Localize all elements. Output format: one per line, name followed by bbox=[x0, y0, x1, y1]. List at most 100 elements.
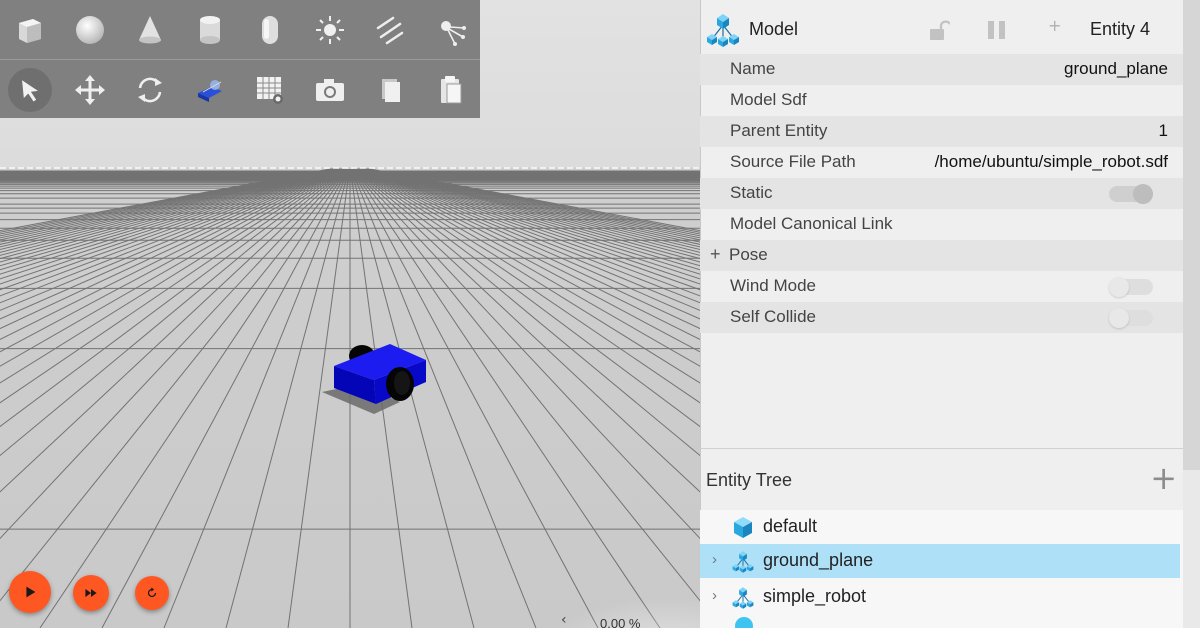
property-label: Self Collide bbox=[730, 307, 816, 326]
grid-line bbox=[0, 168, 340, 285]
grid-line bbox=[0, 168, 346, 428]
point-light-icon[interactable] bbox=[300, 0, 360, 59]
grid-line bbox=[0, 168, 348, 602]
simple-robot-model[interactable] bbox=[322, 344, 426, 414]
property-value-source-file-path: /home/ubuntu/simple_robot.sdf bbox=[934, 152, 1168, 171]
grid-line bbox=[0, 168, 342, 311]
property-label: Source File Path bbox=[730, 152, 856, 171]
paste-icon[interactable] bbox=[420, 60, 480, 119]
tree-item-ground-plane[interactable]: › ground_plane bbox=[700, 544, 1180, 578]
entity-tree-list: default › ground_plane › simple_robot bbox=[700, 510, 1183, 628]
transform-control-icon[interactable] bbox=[180, 60, 240, 119]
property-row-model-sdf: Model Sdf bbox=[700, 85, 1183, 116]
play-button[interactable] bbox=[9, 571, 51, 613]
property-label: Static bbox=[730, 183, 773, 202]
grid-line bbox=[360, 168, 700, 285]
tools-toolbar-row bbox=[0, 59, 480, 118]
static-toggle[interactable] bbox=[1109, 184, 1153, 204]
grid-line bbox=[0, 168, 341, 297]
property-row-pose[interactable]: + Pose bbox=[700, 240, 1183, 271]
property-row-wind-mode: Wind Mode bbox=[700, 271, 1183, 302]
grid-line bbox=[225, 168, 350, 628]
tree-item-default[interactable]: default bbox=[700, 510, 1180, 544]
reset-icon bbox=[147, 587, 157, 598]
grid-line bbox=[0, 168, 343, 330]
expand-chevron-icon[interactable]: › bbox=[712, 587, 717, 604]
capsule-icon[interactable] bbox=[240, 0, 300, 59]
grid-line bbox=[365, 168, 700, 251]
grid-line bbox=[360, 168, 700, 291]
self-collide-toggle[interactable] bbox=[1109, 308, 1153, 328]
model-icon bbox=[732, 551, 754, 573]
lock-icon[interactable] bbox=[928, 18, 950, 42]
property-label: Name bbox=[730, 59, 776, 78]
cylinder-icon[interactable] bbox=[180, 0, 240, 59]
fast-forward-icon bbox=[85, 589, 97, 597]
grid-line bbox=[0, 168, 342, 320]
property-row-model-canonical-link: Model Canonical Link bbox=[700, 209, 1183, 240]
reset-button[interactable] bbox=[135, 576, 169, 610]
add-component-icon[interactable]: + bbox=[1048, 16, 1061, 35]
property-label: Model Canonical Link bbox=[730, 214, 893, 233]
grid-line bbox=[0, 168, 347, 540]
grid-line bbox=[358, 168, 700, 320]
scene-toolbar bbox=[0, 0, 480, 118]
grid-line bbox=[0, 168, 346, 457]
grid-line bbox=[0, 168, 347, 493]
property-row-parent-entity: Parent Entity 1 bbox=[700, 116, 1183, 147]
grid-line bbox=[357, 168, 700, 330]
wind-mode-toggle[interactable] bbox=[1109, 277, 1153, 297]
model-icon bbox=[707, 14, 739, 47]
grid-line bbox=[0, 168, 341, 304]
grid-line bbox=[0, 168, 340, 291]
property-value-parent-entity: 1 bbox=[1158, 121, 1168, 140]
stats-chevron-icon[interactable]: ‹ bbox=[561, 612, 567, 628]
directional-light-icon[interactable] bbox=[360, 0, 420, 59]
property-label: Model Sdf bbox=[730, 90, 807, 109]
grid-line bbox=[101, 168, 349, 628]
toggle-knob bbox=[1109, 308, 1129, 328]
property-row-self-collide: Self Collide bbox=[700, 302, 1183, 333]
scene-viewport[interactable]: ‹ 0.00 % bbox=[0, 0, 700, 628]
property-row-name: Name ground_plane bbox=[700, 54, 1183, 85]
add-entity-button[interactable]: + bbox=[1150, 462, 1177, 494]
tree-item-simple-robot[interactable]: › simple_robot bbox=[700, 580, 1180, 614]
toggle-knob bbox=[1109, 277, 1129, 297]
expand-plus-icon[interactable]: + bbox=[710, 244, 721, 265]
model-icon bbox=[732, 587, 754, 609]
toggle-knob bbox=[1133, 184, 1153, 204]
panel-scrollbar-track bbox=[1183, 470, 1200, 628]
panel-scrollbar[interactable] bbox=[1183, 0, 1200, 470]
expand-chevron-icon[interactable]: › bbox=[712, 551, 717, 568]
shapes-lights-toolbar-row bbox=[0, 0, 480, 59]
rotate-icon[interactable] bbox=[120, 60, 180, 119]
step-forward-button[interactable] bbox=[73, 575, 109, 611]
box-icon[interactable] bbox=[0, 0, 60, 59]
property-label: Parent Entity bbox=[730, 121, 828, 140]
grid-line bbox=[359, 168, 700, 304]
grid-line bbox=[0, 168, 335, 251]
cone-icon[interactable] bbox=[120, 0, 180, 59]
real-time-factor: 0.00 % bbox=[600, 616, 641, 628]
inspector-title: Model bbox=[749, 19, 799, 39]
grid-line bbox=[0, 168, 345, 384]
entity-tree-header: Entity Tree + bbox=[700, 460, 1183, 506]
entity-tree-title: Entity Tree bbox=[706, 470, 793, 490]
tree-item-label: default bbox=[763, 516, 818, 536]
partial-tree-icon bbox=[735, 617, 753, 628]
grid-snap-icon[interactable] bbox=[240, 60, 300, 119]
translate-icon[interactable] bbox=[60, 60, 120, 119]
tree-item-label: ground_plane bbox=[763, 550, 874, 570]
screenshot-camera-icon[interactable] bbox=[300, 60, 360, 119]
tree-item-label: simple_robot bbox=[763, 586, 867, 606]
property-row-source-file-path: Source File Path /home/ubuntu/simple_rob… bbox=[700, 147, 1183, 178]
sphere-icon[interactable] bbox=[60, 0, 120, 59]
play-icon bbox=[26, 586, 36, 598]
pause-icon[interactable] bbox=[985, 19, 1009, 41]
spot-light-icon[interactable] bbox=[420, 0, 480, 59]
entity-id-label: Entity 4 bbox=[1090, 19, 1151, 39]
copy-icon[interactable] bbox=[360, 60, 420, 119]
select-arrow-icon[interactable] bbox=[0, 60, 60, 119]
property-value-name[interactable]: ground_plane bbox=[1064, 59, 1168, 79]
panel-divider[interactable] bbox=[700, 448, 1183, 449]
